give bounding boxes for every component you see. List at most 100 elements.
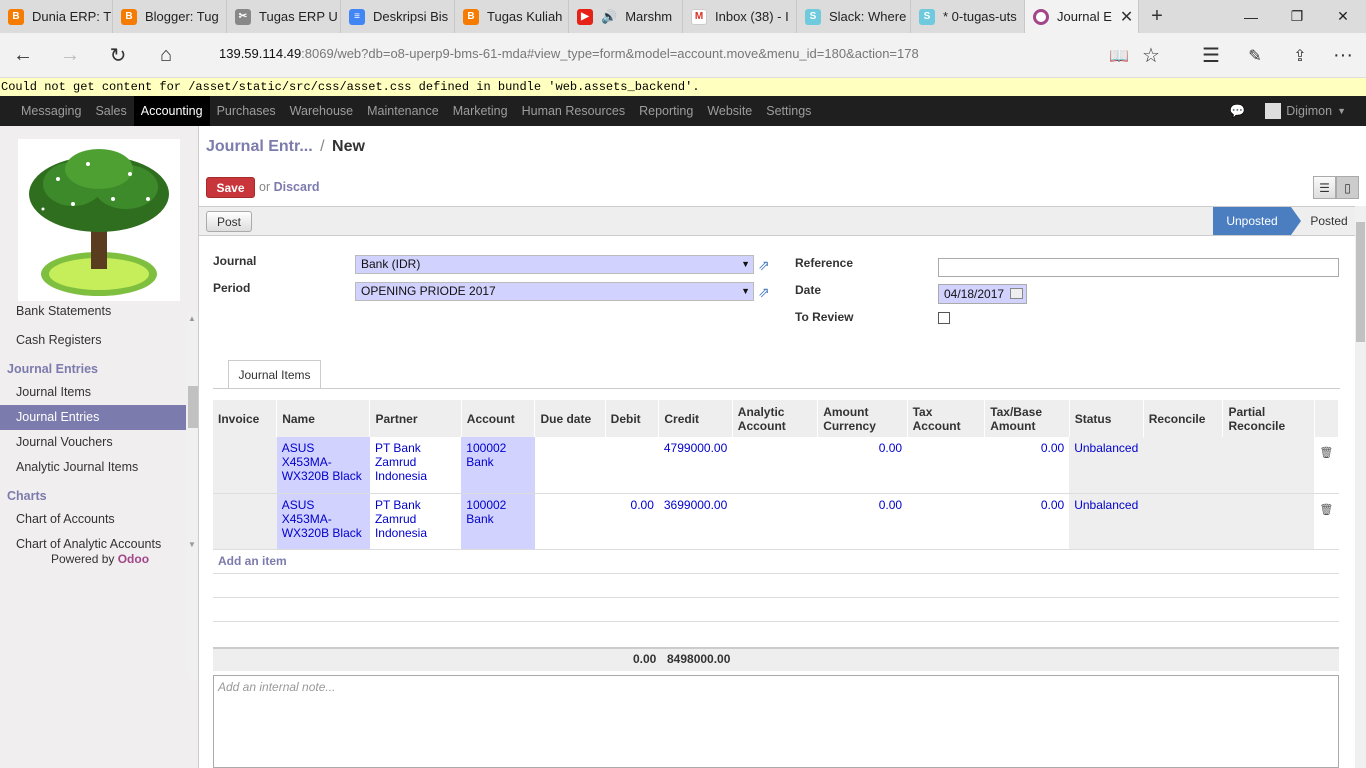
discard-button[interactable]: Discard [274, 180, 320, 194]
col-header[interactable]: Name [276, 400, 371, 437]
form-icon: ▯ [1344, 180, 1351, 195]
to-review-checkbox[interactable] [938, 312, 950, 324]
new-tab-button[interactable]: + [1139, 0, 1175, 33]
journal-select[interactable]: Bank (IDR) ▼ [355, 255, 754, 274]
sidebar-item-analytic-journal-items[interactable]: Analytic Journal Items [0, 455, 186, 480]
browser-tab[interactable]: M Inbox (38) - I [683, 0, 797, 33]
minimize-icon: — [1244, 8, 1258, 25]
tab-journal-items[interactable]: Journal Items [228, 360, 321, 389]
layers-icon: ≡ [349, 8, 365, 25]
menu-website[interactable]: Website [700, 96, 759, 126]
sidebar: Bank Statements Cash Registers Journal E… [0, 126, 199, 768]
save-button[interactable]: Save [206, 177, 255, 198]
col-header[interactable]: Tax/Base Amount [984, 400, 1070, 437]
view-switcher: ☰ ▯ [1313, 176, 1359, 199]
sidebar-item-chart-of-accounts[interactable]: Chart of Accounts [0, 507, 186, 532]
col-header[interactable]: Invoice [213, 400, 278, 437]
menu-marketing[interactable]: Marketing [446, 96, 515, 126]
col-header[interactable]: Partner [369, 400, 462, 437]
sidebar-item-journal-entries[interactable]: Journal Entries [0, 405, 186, 430]
col-header[interactable]: Partial Reconcile [1222, 400, 1315, 437]
form-statusbar: Post Unposted Posted [199, 206, 1366, 236]
sidebar-item-bank-statements[interactable]: Bank Statements [0, 303, 186, 319]
browser-tab[interactable]: S Slack: Where [797, 0, 911, 33]
form-scrollbar-thumb[interactable] [1356, 222, 1365, 342]
browser-tab-active[interactable]: Journal E ✕ [1025, 0, 1139, 33]
menu-human-resources[interactable]: Human Resources [515, 96, 633, 126]
sidebar-item-journal-vouchers[interactable]: Journal Vouchers [0, 430, 186, 455]
breadcrumb-journal-entries[interactable]: Journal Entr... [206, 138, 313, 155]
browser-tab[interactable]: B Dunia ERP: T [0, 0, 113, 33]
status-posted[interactable]: Posted [1299, 207, 1359, 235]
sidebar-item-journal-items[interactable]: Journal Items [0, 380, 186, 405]
browser-tab[interactable]: ≡ Deskripsi Bis [341, 0, 455, 33]
col-header[interactable]: Account [461, 400, 536, 437]
trash-icon[interactable]: 🗑 [1319, 504, 1333, 516]
col-header[interactable]: Due date [534, 400, 606, 437]
sidebar-section-charts: Charts [7, 489, 47, 503]
menu-purchases[interactable]: Purchases [210, 96, 283, 126]
period-select[interactable]: OPENING PRIODE 2017 ▼ [355, 282, 754, 301]
col-header[interactable]: Amount Currency [817, 400, 908, 437]
trash-icon[interactable]: 🗑 [1319, 447, 1333, 459]
list-view-button[interactable]: ☰ [1313, 176, 1336, 199]
menu-sales[interactable]: Sales [88, 96, 133, 126]
add-item-link[interactable]: Add an item [218, 554, 287, 568]
calendar-icon[interactable] [1010, 288, 1023, 299]
menu-accounting[interactable]: Accounting [133, 96, 210, 126]
back-button[interactable]: ← [3, 33, 43, 78]
post-button[interactable]: Post [206, 211, 252, 232]
sidebar-item-cash-registers[interactable]: Cash Registers [0, 328, 186, 353]
browser-tab[interactable]: S * 0-tugas-uts [911, 0, 1025, 33]
web-note-button[interactable]: ✎ [1235, 33, 1275, 78]
browser-navbar: ← → ↻ ⌂ 139.59.114.49:8069/web?db=o8-upe… [0, 33, 1366, 78]
browser-tab[interactable]: B Blogger: Tug [113, 0, 227, 33]
share-button[interactable]: ⇪ [1280, 33, 1320, 78]
menu-messaging[interactable]: Messaging [14, 96, 88, 126]
external-link-icon[interactable]: ⇗ [758, 257, 774, 273]
menu-warehouse[interactable]: Warehouse [283, 96, 360, 126]
col-header[interactable]: Analytic Account [732, 400, 819, 437]
scroll-up-icon[interactable]: ▲ [188, 314, 196, 323]
menu-settings[interactable]: Settings [759, 96, 818, 126]
address-bar[interactable]: 139.59.114.49:8069/web?db=o8-uperp9-bms-… [219, 46, 919, 61]
restore-button[interactable]: ❐ [1274, 0, 1320, 33]
more-button[interactable]: ··· [1323, 33, 1363, 78]
menu-maintenance[interactable]: Maintenance [360, 96, 446, 126]
status-unposted[interactable]: Unposted [1213, 207, 1301, 235]
scroll-down-icon[interactable]: ▼ [188, 540, 196, 549]
close-window-button[interactable]: ✕ [1320, 0, 1366, 33]
col-header[interactable]: Tax Account [907, 400, 986, 437]
internal-note-field[interactable]: Add an internal note... [213, 675, 1339, 768]
sidebar-section-journal-entries: Journal Entries [7, 362, 98, 376]
date-input[interactable]: 04/18/2017 [938, 284, 1027, 304]
browser-tab[interactable]: ▶ 🔊 Marshm [569, 0, 683, 33]
col-header[interactable]: Credit [658, 400, 733, 437]
reference-input[interactable] [938, 258, 1339, 277]
close-tab-icon[interactable]: ✕ [1120, 7, 1133, 27]
col-header[interactable]: Reconcile [1143, 400, 1224, 437]
form-view-button[interactable]: ▯ [1336, 176, 1359, 199]
chat-icon[interactable]: 💬 [1230, 104, 1246, 119]
hub-button[interactable]: ☰ [1191, 33, 1231, 78]
refresh-button[interactable]: ↻ [98, 33, 138, 78]
home-button[interactable]: ⌂ [146, 33, 186, 78]
list-icon: ☰ [1319, 180, 1330, 195]
user-menu[interactable]: Digimon [1286, 104, 1332, 118]
table-row[interactable]: ASUS X453MA-WX320B Black PT Bank Zamrud … [213, 437, 1339, 494]
odoo-link[interactable]: Odoo [118, 552, 149, 566]
blogger-icon: B [463, 8, 479, 25]
menu-reporting[interactable]: Reporting [632, 96, 700, 126]
sidebar-scrollbar[interactable] [187, 314, 198, 678]
sidebar-scrollbar-thumb[interactable] [188, 386, 198, 428]
breadcrumb-current: New [332, 138, 365, 155]
forward-button[interactable]: → [50, 33, 90, 78]
col-header[interactable]: Status [1069, 400, 1144, 437]
browser-tab[interactable]: B Tugas Kuliah [455, 0, 569, 33]
external-link-icon[interactable]: ⇗ [758, 284, 774, 300]
table-row[interactable]: ASUS X453MA-WX320B Black PT Bank Zamrud … [213, 493, 1339, 550]
favorite-button[interactable]: ☆ [1131, 33, 1171, 78]
minimize-button[interactable]: — [1228, 0, 1274, 33]
col-header[interactable]: Debit [605, 400, 660, 437]
browser-tab[interactable]: ✂ Tugas ERP U [227, 0, 341, 33]
